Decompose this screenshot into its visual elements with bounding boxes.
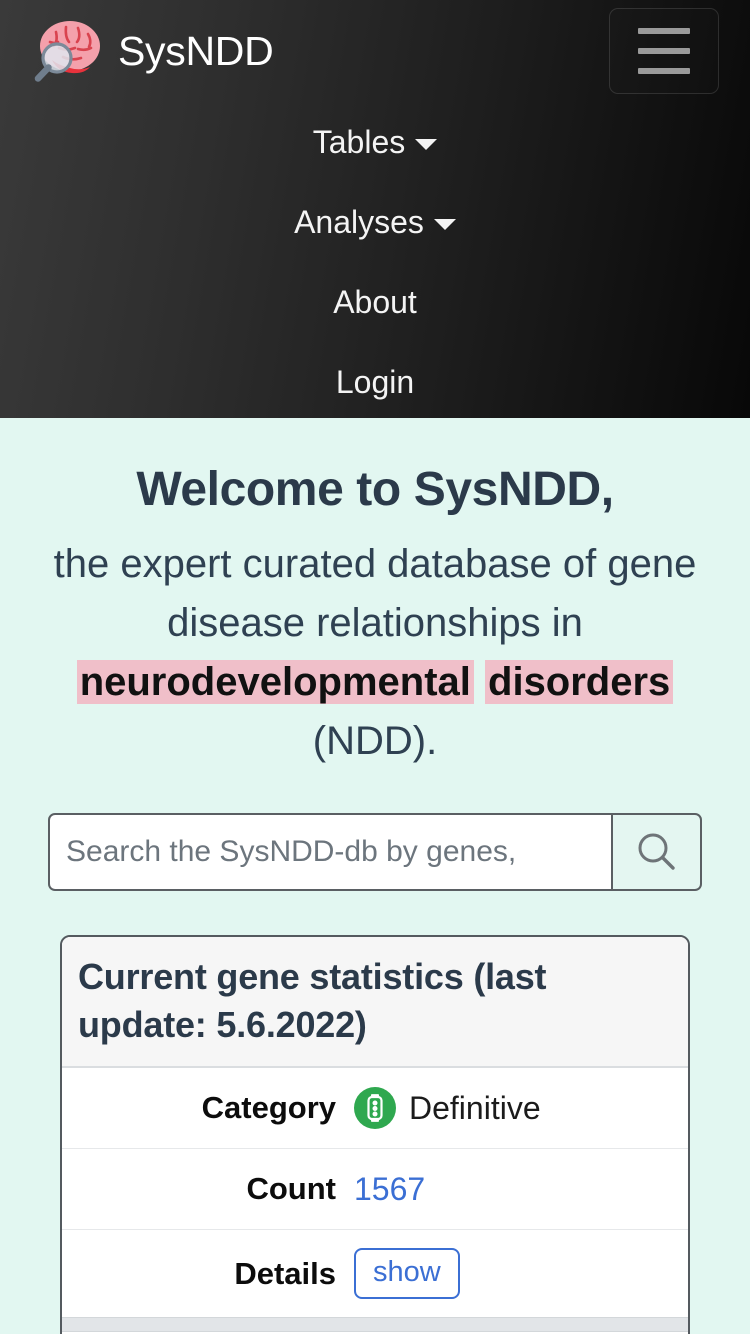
- row-label-details: Details: [62, 1229, 354, 1318]
- hamburger-bar: [638, 68, 690, 74]
- nav-link-tables[interactable]: Tables: [313, 126, 438, 158]
- hero-subtitle-tail: (NDD).: [312, 719, 438, 764]
- chevron-down-icon: [433, 219, 456, 230]
- chevron-down-icon: [415, 139, 438, 150]
- nav-item-about[interactable]: About: [0, 262, 750, 342]
- page-title: Welcome to SysNDD,: [136, 463, 614, 516]
- nav-link-about[interactable]: About: [333, 286, 417, 318]
- hero-highlight-disorders: disorders: [485, 660, 674, 704]
- hamburger-bar: [638, 28, 690, 34]
- row-value-count: 1567: [354, 1148, 688, 1230]
- row-label-category: Category: [201, 1090, 336, 1126]
- nav-item-analyses[interactable]: Analyses: [0, 182, 750, 262]
- category-label-definitive: Definitive: [409, 1089, 541, 1126]
- search-icon: [638, 833, 675, 871]
- show-details-button[interactable]: show: [354, 1248, 460, 1300]
- hamburger-menu-icon[interactable]: [609, 8, 719, 94]
- hero-subtitle: the expert curated database of gene dise…: [30, 535, 720, 772]
- card-header: Current gene statistics (last update: 5.…: [62, 937, 688, 1069]
- search-button[interactable]: [612, 813, 702, 892]
- row-value-details: show: [354, 1229, 688, 1318]
- table-row: Category: [62, 1068, 688, 1149]
- table-row: Details show: [62, 1229, 688, 1318]
- hero-subtitle-lead: the expert curated database of gene dise…: [53, 541, 697, 645]
- hero-section: Welcome to SysNDD, the expert curated da…: [0, 418, 750, 1334]
- brand-title: SysNDD: [118, 27, 274, 74]
- table-group-separator: [62, 1317, 688, 1333]
- gene-statistics-card: Current gene statistics (last update: 5.…: [60, 935, 690, 1334]
- brand-home-link[interactable]: SysNDD: [30, 16, 274, 86]
- hero-subtitle-space: [474, 660, 485, 704]
- card-title: Current gene statistics (last update: 5.…: [78, 956, 547, 1045]
- navbar-top-row: SysNDD: [0, 0, 750, 102]
- category-cell: Definitive: [354, 1087, 678, 1130]
- nav-label-analyses: Analyses: [294, 204, 424, 240]
- count-link[interactable]: 1567: [354, 1171, 425, 1207]
- nav-label-tables: Tables: [312, 124, 406, 160]
- nav-label-about: About: [333, 284, 417, 320]
- hero-highlight-neurodevelopmental: neurodevelopmental: [76, 660, 474, 704]
- brain-magnifier-logo: [34, 21, 100, 82]
- nav-item-login[interactable]: Login: [0, 342, 750, 418]
- group-separator-cell: [62, 1317, 688, 1333]
- nav-item-tables[interactable]: Tables: [0, 102, 750, 182]
- search-bar: [48, 813, 702, 892]
- main-navbar: SysNDD Tables Analyses About Login: [0, 0, 750, 418]
- row-value-category: Definitive: [354, 1068, 688, 1149]
- row-label-count: Count: [62, 1148, 354, 1230]
- nav-link-login[interactable]: Login: [336, 366, 414, 398]
- gene-statistics-table: Category Definitive Count 1567 Details s…: [62, 1068, 688, 1334]
- table-row: Count 1567: [62, 1148, 688, 1230]
- traffic-light-icon: [354, 1087, 396, 1130]
- traffic-light-glyph: [367, 1094, 383, 1123]
- search-input[interactable]: [48, 813, 612, 892]
- hamburger-bar: [638, 48, 690, 54]
- nav-label-login: Login: [335, 364, 415, 400]
- nav-link-analyses[interactable]: Analyses: [294, 206, 456, 238]
- nav-menu-list: Tables Analyses About Login: [0, 102, 750, 418]
